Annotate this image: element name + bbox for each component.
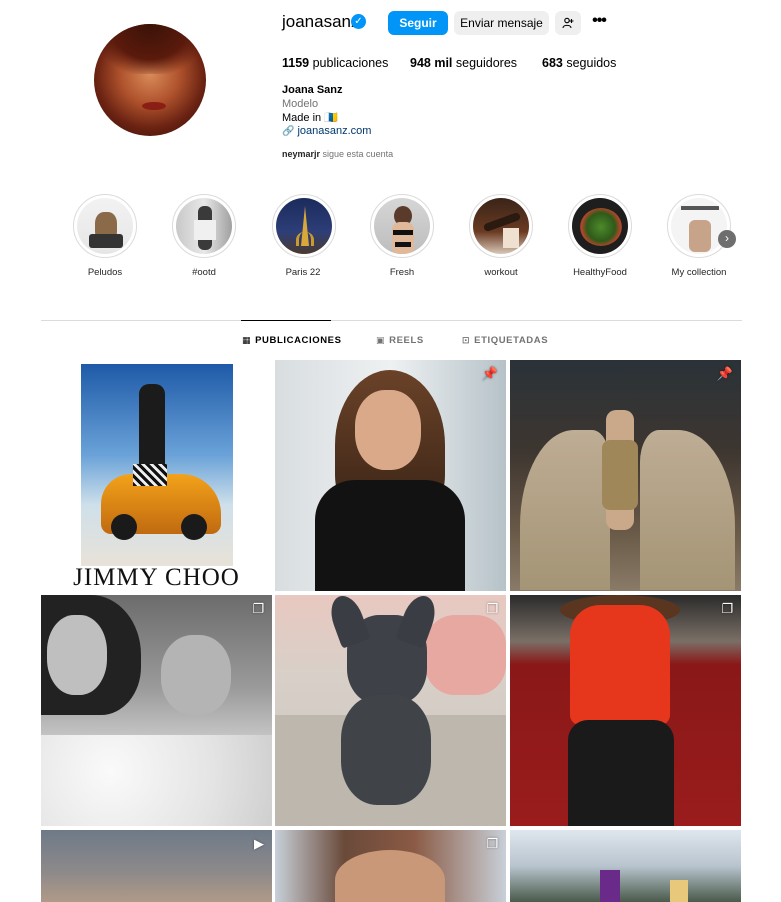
following-stat[interactable]: 683 seguidos bbox=[542, 56, 616, 70]
bio-website-link[interactable]: 🔗 joanasanz.com bbox=[282, 125, 371, 137]
posts-count: 1159 bbox=[282, 56, 310, 70]
post-tile[interactable]: 📌 bbox=[275, 360, 506, 591]
carousel-icon: ❐ bbox=[721, 601, 733, 616]
tab-reels[interactable]: ▣ REELS bbox=[376, 335, 424, 346]
bio-name: Joana Sanz bbox=[282, 84, 343, 96]
tab-etiquetadas[interactable]: ⊡ ETIQUETADAS bbox=[462, 335, 548, 346]
highlight-peludos[interactable] bbox=[73, 194, 137, 258]
post-image bbox=[520, 430, 610, 590]
highlights-next-chevron-icon[interactable]: › bbox=[718, 230, 736, 248]
post-tile[interactable]: 📌 bbox=[510, 360, 741, 591]
post-image bbox=[600, 870, 620, 902]
highlight-mycollection[interactable] bbox=[667, 194, 731, 258]
followed-by-text[interactable]: neymarjr sigue esta cuenta bbox=[282, 149, 393, 159]
reels-icon: ▣ bbox=[376, 335, 386, 345]
followers-label: seguidores bbox=[455, 56, 518, 70]
highlight-label: #ootd bbox=[192, 267, 216, 278]
post-image bbox=[335, 850, 445, 902]
outfit-photo-icon bbox=[176, 198, 232, 254]
workout-photo-icon bbox=[473, 198, 529, 254]
carousel-icon: ❐ bbox=[486, 601, 498, 616]
highlight-label: Peludos bbox=[87, 267, 123, 278]
following-count: 683 bbox=[542, 56, 563, 70]
avatar-hair-shape bbox=[94, 24, 206, 74]
more-options-icon[interactable]: ••• bbox=[589, 11, 609, 35]
highlight-label: workout bbox=[484, 267, 518, 278]
highlight-ootd[interactable] bbox=[172, 194, 236, 258]
dog-photo-icon bbox=[77, 198, 133, 254]
send-message-button[interactable]: Enviar mensaje bbox=[454, 11, 549, 35]
tab-label: ETIQUETADAS bbox=[474, 335, 549, 346]
followers-count: 948 mil bbox=[410, 56, 453, 70]
verified-badge-icon: ✓ bbox=[351, 14, 366, 29]
highlight-label: Paris 22 bbox=[285, 267, 321, 278]
post-tile[interactable]: ❐ bbox=[41, 595, 272, 826]
highlight-label: Fresh bbox=[389, 267, 415, 278]
highlight-healthyfood[interactable] bbox=[568, 194, 632, 258]
posts-label: publicaciones bbox=[312, 56, 389, 70]
highlight-workout[interactable] bbox=[469, 194, 533, 258]
highlight-fresh[interactable] bbox=[370, 194, 434, 258]
highlight-label: My collection bbox=[671, 267, 727, 278]
tab-label: REELS bbox=[389, 335, 424, 346]
followed-by-suffix: sigue esta cuenta bbox=[320, 149, 394, 159]
grid-icon: ▦ bbox=[242, 335, 252, 345]
post-tile[interactable]: ❐ bbox=[275, 595, 506, 826]
post-caption-text: JIMMY CHOO bbox=[73, 564, 240, 591]
tab-label: PUBLICACIONES bbox=[255, 335, 342, 346]
tagged-icon: ⊡ bbox=[462, 335, 471, 345]
posts-stat: 1159 publicaciones bbox=[282, 56, 388, 70]
bio-category: Modelo bbox=[282, 98, 319, 110]
profile-username: joanasanz bbox=[282, 12, 360, 31]
reel-icon: ▶ bbox=[254, 836, 264, 851]
tab-publicaciones[interactable]: ▦ PUBLICACIONES bbox=[242, 335, 342, 346]
follow-button[interactable]: Seguir bbox=[388, 11, 448, 35]
pin-icon: 📌 bbox=[716, 366, 733, 381]
add-person-icon bbox=[562, 17, 574, 29]
link-icon: 🔗 bbox=[282, 126, 295, 137]
post-tile[interactable]: ❐ bbox=[510, 595, 741, 826]
tabs-divider bbox=[41, 320, 742, 321]
bio-link-text[interactable]: joanasanz.com bbox=[297, 125, 371, 137]
following-label: seguidos bbox=[566, 56, 617, 70]
swimwear-photo-icon bbox=[374, 198, 430, 254]
active-tab-indicator bbox=[241, 320, 331, 321]
profile-avatar[interactable] bbox=[94, 24, 206, 136]
bio-text: Made in 🇮🇨 bbox=[282, 112, 338, 124]
post-tile[interactable]: ▶ bbox=[41, 830, 272, 902]
followers-stat[interactable]: 948 mil seguidores bbox=[410, 56, 517, 70]
followed-by-user[interactable]: neymarjr bbox=[282, 149, 320, 159]
highlight-paris[interactable] bbox=[272, 194, 336, 258]
post-tile[interactable] bbox=[510, 830, 741, 902]
post-tile[interactable]: JIMMY CHOO bbox=[41, 360, 272, 591]
post-image bbox=[81, 364, 233, 566]
collection-photo-icon bbox=[671, 198, 727, 254]
food-photo-icon bbox=[572, 198, 628, 254]
post-tile[interactable]: ❐ bbox=[275, 830, 506, 902]
suggest-accounts-button[interactable] bbox=[555, 11, 581, 35]
carousel-icon: ❐ bbox=[486, 836, 498, 851]
avatar-lips-shape bbox=[142, 102, 166, 110]
post-image bbox=[425, 615, 506, 695]
pin-icon: 📌 bbox=[481, 366, 498, 381]
highlight-label: HealthyFood bbox=[573, 267, 627, 278]
carousel-icon: ❐ bbox=[252, 601, 264, 616]
eiffel-photo-icon bbox=[276, 198, 332, 254]
